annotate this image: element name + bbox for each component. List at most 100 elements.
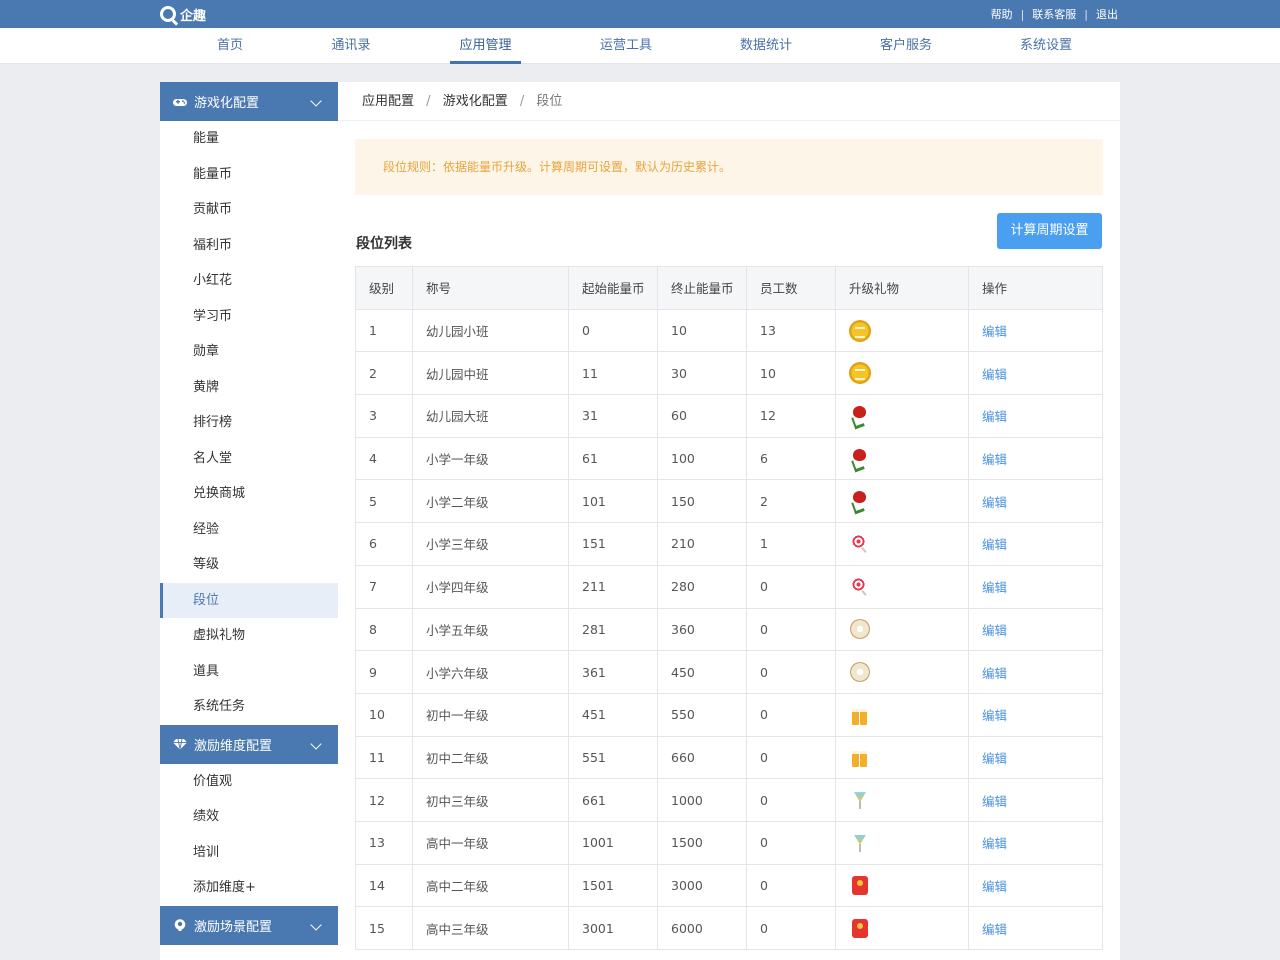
sidebar-item-performance[interactable]: 绩效 [160,799,338,835]
table-row: 2 幼儿园中班 11 30 10 编辑 [355,351,1103,396]
nav-home[interactable]: 首页 [200,28,260,64]
employee-count-cell: 0 [746,735,836,780]
chevron-down-icon [310,737,322,750]
sidebar-group-incentive-dimension[interactable]: 激励维度配置 [160,724,338,764]
sidebar-item-training[interactable]: 培训 [160,835,338,871]
title-cell: 初中三年级 [412,778,569,822]
gift-cell [835,607,969,652]
breadcrumb-current: 段位 [536,94,563,109]
edit-link[interactable]: 编辑 [968,564,1103,609]
rose-gift-icon [849,448,871,470]
edit-link[interactable]: 编辑 [968,394,1103,438]
title-cell: 小学四年级 [412,564,569,609]
nav-operation-tools[interactable]: 运营工具 [590,28,662,64]
logout-link[interactable]: 退出 [1096,6,1118,22]
level-cell: 7 [355,564,413,609]
title-cell: 高中二年级 [412,863,569,908]
sidebar-item-values[interactable]: 价值观 [160,764,338,800]
contact-support-link[interactable]: 联系客服 [1032,6,1076,22]
employee-count-cell: 0 [746,778,836,822]
breadcrumb-app-config[interactable]: 应用配置 [362,94,414,109]
sidebar-item-leaderboard[interactable]: 排行榜 [160,405,338,441]
column-header-upgrade-gift: 升级礼物 [835,266,969,310]
brand[interactable]: 企趣 [160,4,206,24]
end-coin-cell: 10 [657,308,747,353]
title-cell: 初中二年级 [412,735,569,780]
level-cell: 9 [355,650,413,694]
edit-link[interactable]: 编辑 [968,778,1103,822]
nav-data-stats[interactable]: 数据统计 [730,28,802,64]
edit-link[interactable]: 编辑 [968,820,1103,865]
edit-link[interactable]: 编辑 [968,607,1103,652]
end-coin-cell: 3000 [657,863,747,908]
sidebar-item-system-task[interactable]: 系统任务 [160,689,338,725]
title-cell: 小学六年级 [412,650,569,694]
help-link[interactable]: 帮助 [991,6,1013,22]
start-coin-cell: 551 [568,735,658,780]
sidebar-item-props[interactable]: 道具 [160,654,338,690]
end-coin-cell: 30 [657,351,747,396]
edit-link[interactable]: 编辑 [968,863,1103,908]
sidebar-item-medal[interactable]: 勋章 [160,334,338,370]
end-coin-cell: 210 [657,522,747,566]
sidebar-item-hall-of-fame[interactable]: 名人堂 [160,441,338,477]
sidebar-item-rank[interactable]: 段位 [160,582,338,618]
nav-system-settings[interactable]: 系统设置 [1010,28,1082,64]
edit-link[interactable]: 编辑 [968,650,1103,694]
edit-link[interactable]: 编辑 [968,479,1103,524]
sidebar-item-energy-coin[interactable]: 能量币 [160,157,338,193]
gift-cell [835,650,969,694]
edit-link[interactable]: 编辑 [968,735,1103,780]
end-coin-cell: 6000 [657,906,747,950]
donut-gift-icon [849,661,871,683]
edit-link[interactable]: 编辑 [968,692,1103,737]
employee-count-cell: 13 [746,308,836,353]
end-coin-cell: 100 [657,436,747,481]
sidebar-item-yellow-card[interactable]: 黄牌 [160,370,338,406]
title-cell: 小学二年级 [412,479,569,524]
end-coin-cell: 60 [657,394,747,438]
sidebar-item-grade[interactable]: 等级 [160,547,338,583]
employee-count-cell: 0 [746,564,836,609]
edit-link[interactable]: 编辑 [968,436,1103,481]
column-header-level: 级别 [355,266,413,310]
sidebar-item-study-coin[interactable]: 学习币 [160,299,338,335]
coin-gift-icon [849,362,871,385]
nav-contacts[interactable]: 通讯录 [320,28,382,64]
edit-link[interactable]: 编辑 [968,308,1103,353]
edit-link[interactable]: 编辑 [968,906,1103,950]
donut-gift-icon [849,618,871,640]
sidebar-item-virtual-gift[interactable]: 虚拟礼物 [160,618,338,654]
sidebar-item-energy[interactable]: 能量 [160,121,338,157]
sidebar-item-little-red-flower[interactable]: 小红花 [160,263,338,299]
edit-link[interactable]: 编辑 [968,351,1103,396]
nav-app-management[interactable]: 应用管理 [450,28,521,64]
sidebar-group-incentive-scene[interactable]: 激励场景配置 [160,905,338,945]
column-header-action: 操作 [968,266,1103,310]
sidebar-item-add-dimension[interactable]: 添加维度+ [160,870,338,906]
table-row: 6 小学三年级 151 210 1 编辑 [355,522,1103,566]
table-row: 14 高中二年级 1501 3000 0 编辑 [355,863,1103,908]
cocktail-gift-icon [849,789,871,811]
end-coin-cell: 280 [657,564,747,609]
sidebar-item-contribution-coin[interactable]: 贡献币 [160,192,338,228]
end-coin-cell: 1500 [657,820,747,865]
edit-link[interactable]: 编辑 [968,522,1103,566]
rose-gift-icon [849,405,871,427]
beer-gift-icon [849,746,871,768]
table-row: 12 初中三年级 661 1000 0 编辑 [355,778,1103,822]
end-coin-cell: 1000 [657,778,747,822]
link-separator: | [1020,7,1025,21]
end-coin-cell: 660 [657,735,747,780]
nav-customer-service[interactable]: 客户服务 [870,28,942,64]
breadcrumb-gamification[interactable]: 游戏化配置 [443,94,508,109]
table-row: 7 小学四年级 211 280 0 编辑 [355,564,1103,609]
title-cell: 小学一年级 [412,436,569,481]
gift-cell [835,778,969,822]
sidebar-group-gamification[interactable]: 游戏化配置 [160,82,338,121]
period-settings-button[interactable]: 计算周期设置 [997,213,1102,249]
sidebar-item-welfare-coin[interactable]: 福利币 [160,228,338,264]
sidebar-item-experience[interactable]: 经验 [160,512,338,548]
start-coin-cell: 101 [568,479,658,524]
sidebar-item-exchange-mall[interactable]: 兑换商城 [160,476,338,512]
